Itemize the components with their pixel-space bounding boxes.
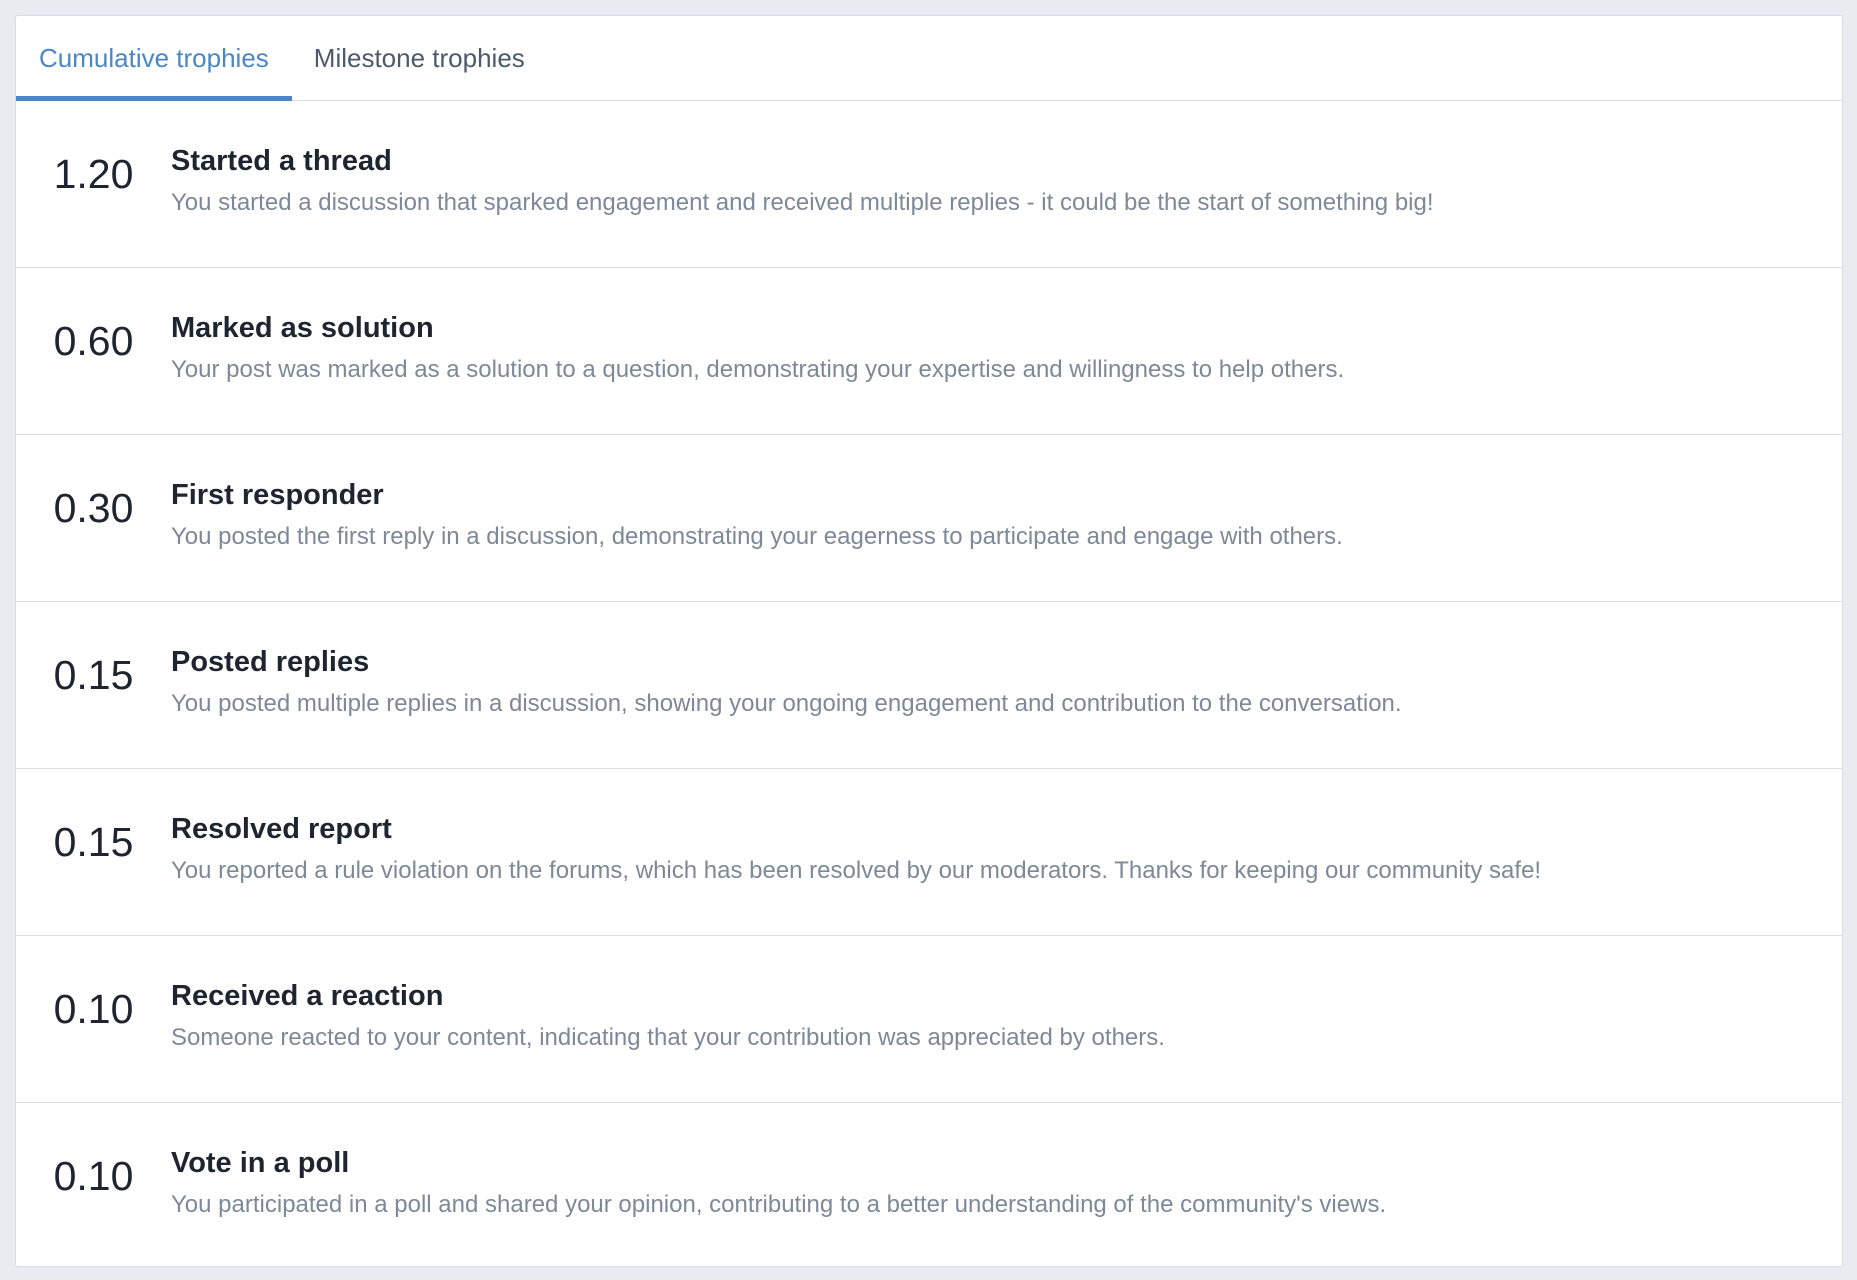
trophy-row: 0.30 First responder You posted the firs… xyxy=(16,435,1842,602)
trophy-title: Posted replies xyxy=(171,646,370,678)
trophy-title: Marked as solution xyxy=(171,312,434,344)
trophy-description: You reported a rule violation on the for… xyxy=(171,857,1542,884)
trophies-panel: Cumulative trophies Milestone trophies 1… xyxy=(15,15,1843,1267)
trophy-content: Started a thread You started a discussio… xyxy=(171,101,1842,217)
trophy-description: You posted the first reply in a discussi… xyxy=(171,523,1343,550)
trophy-row: 0.10 Received a reaction Someone reacted… xyxy=(16,936,1842,1103)
trophy-description: You participated in a poll and shared yo… xyxy=(171,1191,1387,1218)
trophy-title: Started a thread xyxy=(171,145,392,177)
trophy-title: Resolved report xyxy=(171,813,392,845)
trophy-title: Received a reaction xyxy=(171,980,444,1012)
trophy-row: 0.60 Marked as solution Your post was ma… xyxy=(16,268,1842,435)
trophy-description: Your post was marked as a solution to a … xyxy=(171,356,1345,383)
trophy-row: 0.15 Posted replies You posted multiple … xyxy=(16,602,1842,769)
trophy-points: 0.30 xyxy=(53,485,134,531)
trophy-tabs: Cumulative trophies Milestone trophies xyxy=(16,16,1842,101)
trophy-points: 0.10 xyxy=(53,986,134,1032)
trophy-content: Resolved report You reported a rule viol… xyxy=(171,769,1842,885)
trophy-points: 0.60 xyxy=(53,318,134,364)
trophy-content: Posted replies You posted multiple repli… xyxy=(171,602,1842,718)
trophy-title: Vote in a poll xyxy=(171,1147,350,1179)
trophy-title: First responder xyxy=(171,479,384,511)
trophy-description: You posted multiple replies in a discuss… xyxy=(171,690,1402,717)
trophy-content: Marked as solution Your post was marked … xyxy=(171,268,1842,384)
trophy-content: Vote in a poll You participated in a pol… xyxy=(171,1103,1842,1219)
trophy-row: 1.20 Started a thread You started a disc… xyxy=(16,101,1842,268)
trophy-list: 1.20 Started a thread You started a disc… xyxy=(16,101,1842,1266)
trophy-description: You started a discussion that sparked en… xyxy=(171,189,1434,216)
trophy-content: Received a reaction Someone reacted to y… xyxy=(171,936,1842,1052)
trophy-content: First responder You posted the first rep… xyxy=(171,435,1842,551)
trophy-row: 0.15 Resolved report You reported a rule… xyxy=(16,769,1842,936)
trophy-row: 0.10 Vote in a poll You participated in … xyxy=(16,1103,1842,1266)
trophy-points: 0.15 xyxy=(53,819,134,865)
trophy-points: 1.20 xyxy=(53,151,134,197)
trophy-points: 0.15 xyxy=(53,652,134,698)
tab-milestone-trophies[interactable]: Milestone trophies xyxy=(292,16,548,100)
tab-cumulative-trophies[interactable]: Cumulative trophies xyxy=(16,16,292,101)
trophy-description: Someone reacted to your content, indicat… xyxy=(171,1024,1165,1051)
trophy-points: 0.10 xyxy=(53,1153,134,1199)
